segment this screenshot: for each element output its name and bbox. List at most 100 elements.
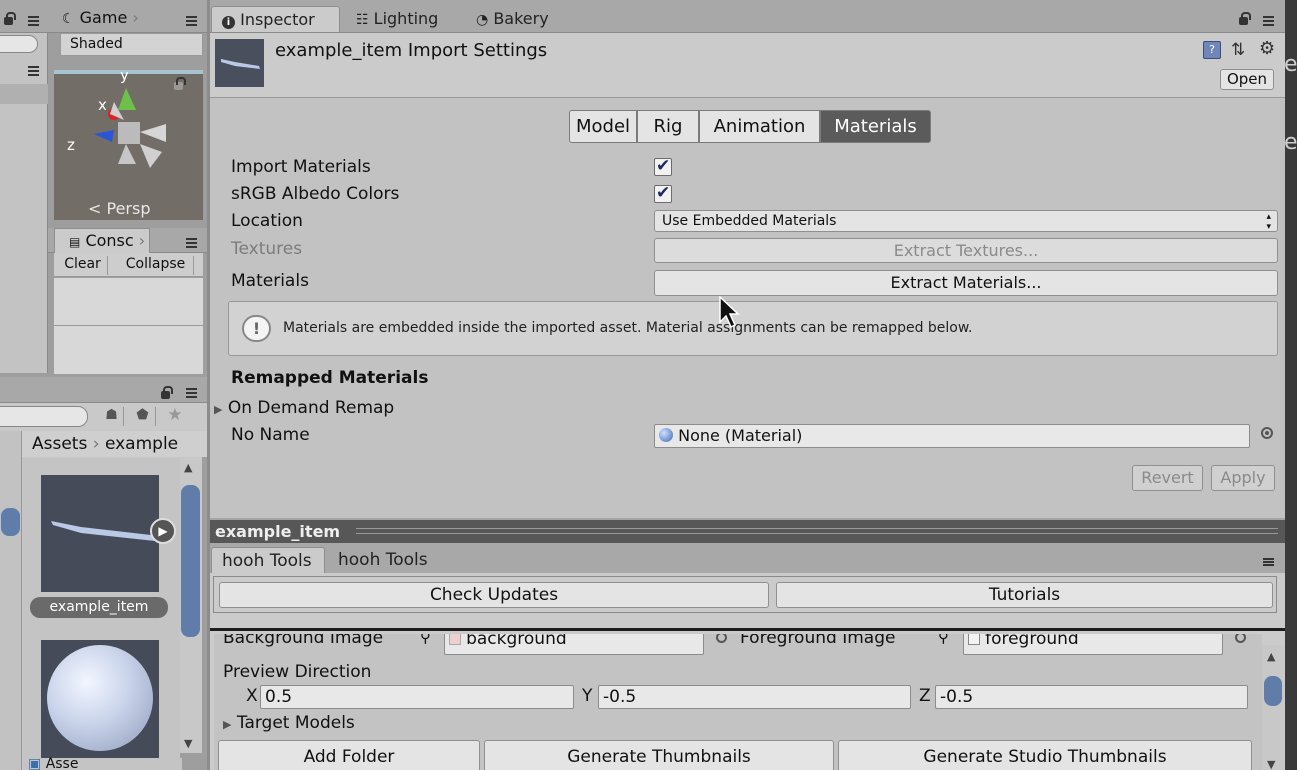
- preview-direction-label: Preview Direction: [223, 662, 372, 682]
- y-label: Y: [582, 686, 593, 706]
- tab-rig-label: Rig: [653, 116, 683, 137]
- apply-button[interactable]: Apply: [1211, 465, 1275, 491]
- object-picker-icon[interactable]: [716, 634, 727, 643]
- console-collapse-button[interactable]: Collapse: [118, 256, 194, 275]
- extract-textures-button[interactable]: Extract Textures...: [654, 238, 1278, 263]
- console-clear-button[interactable]: Clear: [58, 256, 108, 275]
- console-tab[interactable]: ▤ Consc ›: [54, 228, 150, 253]
- import-materials-checkbox[interactable]: [654, 156, 672, 176]
- scroll-up-icon[interactable]: ▲: [1267, 650, 1275, 663]
- breadcrumb-assets[interactable]: Assets: [32, 434, 87, 454]
- asset-icon: ▣: [28, 756, 42, 770]
- tab-bakery[interactable]: ◔ Bakery: [466, 6, 559, 32]
- scroll-down-icon[interactable]: ▼: [1267, 758, 1275, 770]
- foldout-arrow-icon: ▶: [223, 718, 232, 731]
- game-icon: ☾: [62, 11, 75, 27]
- hooh-tab-label: hooh Tools: [338, 550, 428, 570]
- check-updates-button[interactable]: Check Updates: [219, 582, 769, 608]
- project-search-input[interactable]: [0, 406, 88, 427]
- chevron-right-icon: ›: [138, 231, 146, 250]
- help-icon[interactable]: ?: [1203, 41, 1221, 59]
- chevron-left-icon: <: [88, 199, 102, 218]
- scroll-up-icon[interactable]: ▲: [184, 461, 192, 474]
- extract-textures-label: Extract Textures...: [893, 241, 1039, 260]
- y-input[interactable]: -0.5: [598, 685, 911, 709]
- hooh-separator: [210, 628, 1285, 631]
- tab-rig[interactable]: Rig: [637, 110, 699, 143]
- folder-tree-thumb[interactable]: [1, 508, 20, 536]
- add-folder-button[interactable]: Add Folder: [218, 740, 480, 770]
- x-input[interactable]: 0.5: [260, 685, 574, 709]
- hierarchy-search-input[interactable]: [0, 35, 38, 53]
- hierarchy-row[interactable]: [0, 84, 48, 104]
- project-menu-icon[interactable]: [180, 388, 198, 398]
- extract-materials-button[interactable]: Extract Materials...: [654, 270, 1278, 296]
- revert-button[interactable]: Revert: [1132, 465, 1203, 491]
- hooh-scroll-thumb[interactable]: [1264, 676, 1282, 706]
- tutorials-button[interactable]: Tutorials: [776, 582, 1273, 608]
- shaded-dropdown[interactable]: Shaded: [60, 33, 203, 56]
- open-button[interactable]: Open: [1220, 69, 1274, 90]
- hierarchy-menu-icon[interactable]: [22, 66, 40, 76]
- hooh-scrollbar[interactable]: [1262, 645, 1284, 770]
- open-button-label: Open: [1226, 70, 1268, 88]
- tab-bakery-label: Bakery: [493, 9, 549, 28]
- info-message: Materials are embedded inside the import…: [283, 320, 973, 336]
- game-menu-icon[interactable]: [180, 16, 198, 26]
- tab-animation-label: Animation: [713, 116, 806, 137]
- hooh-menu-icon[interactable]: [1257, 558, 1275, 568]
- preset-icon[interactable]: ⇅: [1231, 40, 1245, 60]
- scroll-down-icon[interactable]: ▼: [184, 737, 192, 750]
- project-lock-icon[interactable]: [161, 386, 173, 399]
- play-preview-icon[interactable]: ▶: [150, 518, 176, 544]
- generate-thumbnails-button[interactable]: Generate Thumbnails: [484, 740, 834, 770]
- check-updates-label: Check Updates: [429, 585, 559, 605]
- drag-handle[interactable]: [356, 528, 1278, 534]
- shaded-label: Shaded: [70, 36, 123, 52]
- favorites-star-icon[interactable]: ★: [162, 405, 188, 425]
- on-demand-remap-foldout[interactable]: ▶ On Demand Remap: [214, 398, 394, 418]
- panel-menu-icon[interactable]: [22, 16, 40, 26]
- breadcrumb-example[interactable]: example: [105, 434, 178, 454]
- console-menu-icon[interactable]: [180, 238, 198, 248]
- tab-inspector[interactable]: i Inspector: [211, 6, 340, 32]
- gear-icon[interactable]: ⚙: [1259, 38, 1275, 59]
- background-image-field[interactable]: background: [444, 634, 704, 655]
- material-sphere-icon: [659, 428, 673, 442]
- scene-gizmo[interactable]: y x z: [54, 72, 203, 192]
- object-picker-icon[interactable]: [1261, 427, 1273, 439]
- folder-tree-scrollbar[interactable]: [0, 431, 22, 770]
- preview-title-bar[interactable]: example_item: [210, 520, 1285, 543]
- inspector-menu-icon[interactable]: [1257, 16, 1275, 26]
- tab-lighting-label: Lighting: [373, 9, 439, 28]
- inspector-lock-icon[interactable]: [1239, 12, 1251, 25]
- dropdown-arrows-icon: ▴ ▾: [1266, 212, 1271, 232]
- game-tab[interactable]: ☾ Game ›: [62, 8, 139, 32]
- tab-lighting[interactable]: ☷ Lighting: [346, 6, 448, 32]
- search-by-label-icon[interactable]: ⬟: [130, 407, 156, 426]
- location-label: Location: [231, 211, 303, 231]
- location-value: Use Embedded Materials: [662, 213, 837, 229]
- material-object-field[interactable]: None (Material): [654, 424, 1250, 448]
- tab-model[interactable]: Model: [569, 110, 637, 143]
- persp-label[interactable]: < Persp: [88, 199, 151, 218]
- search-by-type-icon[interactable]: ☗: [100, 407, 124, 426]
- asset-grid-thumb[interactable]: [181, 485, 200, 637]
- gizmo-z-label: z: [67, 136, 75, 154]
- target-models-foldout[interactable]: ▶ Target Models: [223, 713, 355, 733]
- generate-studio-thumbnails-button[interactable]: Generate Studio Thumbnails: [838, 740, 1252, 770]
- asset-size-slider[interactable]: ▣ Asse: [22, 756, 182, 770]
- srgb-albedo-checkbox[interactable]: [654, 183, 672, 203]
- object-picker-icon[interactable]: [1235, 634, 1246, 643]
- hooh-scroll-view: Background Image ⚲ background Foreground…: [214, 634, 1262, 770]
- asset-item-label[interactable]: example_item: [30, 597, 168, 618]
- location-dropdown[interactable]: Use Embedded Materials ▴ ▾: [654, 210, 1278, 232]
- texture-thumb-icon: [449, 634, 461, 645]
- tab-hooh-tools-active[interactable]: hooh Tools: [211, 547, 325, 573]
- tab-hooh-tools[interactable]: hooh Tools: [328, 547, 438, 573]
- tab-materials[interactable]: Materials: [820, 110, 931, 143]
- foreground-image-field[interactable]: foreground: [963, 634, 1223, 655]
- z-input[interactable]: -0.5: [935, 685, 1248, 709]
- tab-animation[interactable]: Animation: [699, 110, 820, 143]
- lock-icon[interactable]: [4, 12, 16, 25]
